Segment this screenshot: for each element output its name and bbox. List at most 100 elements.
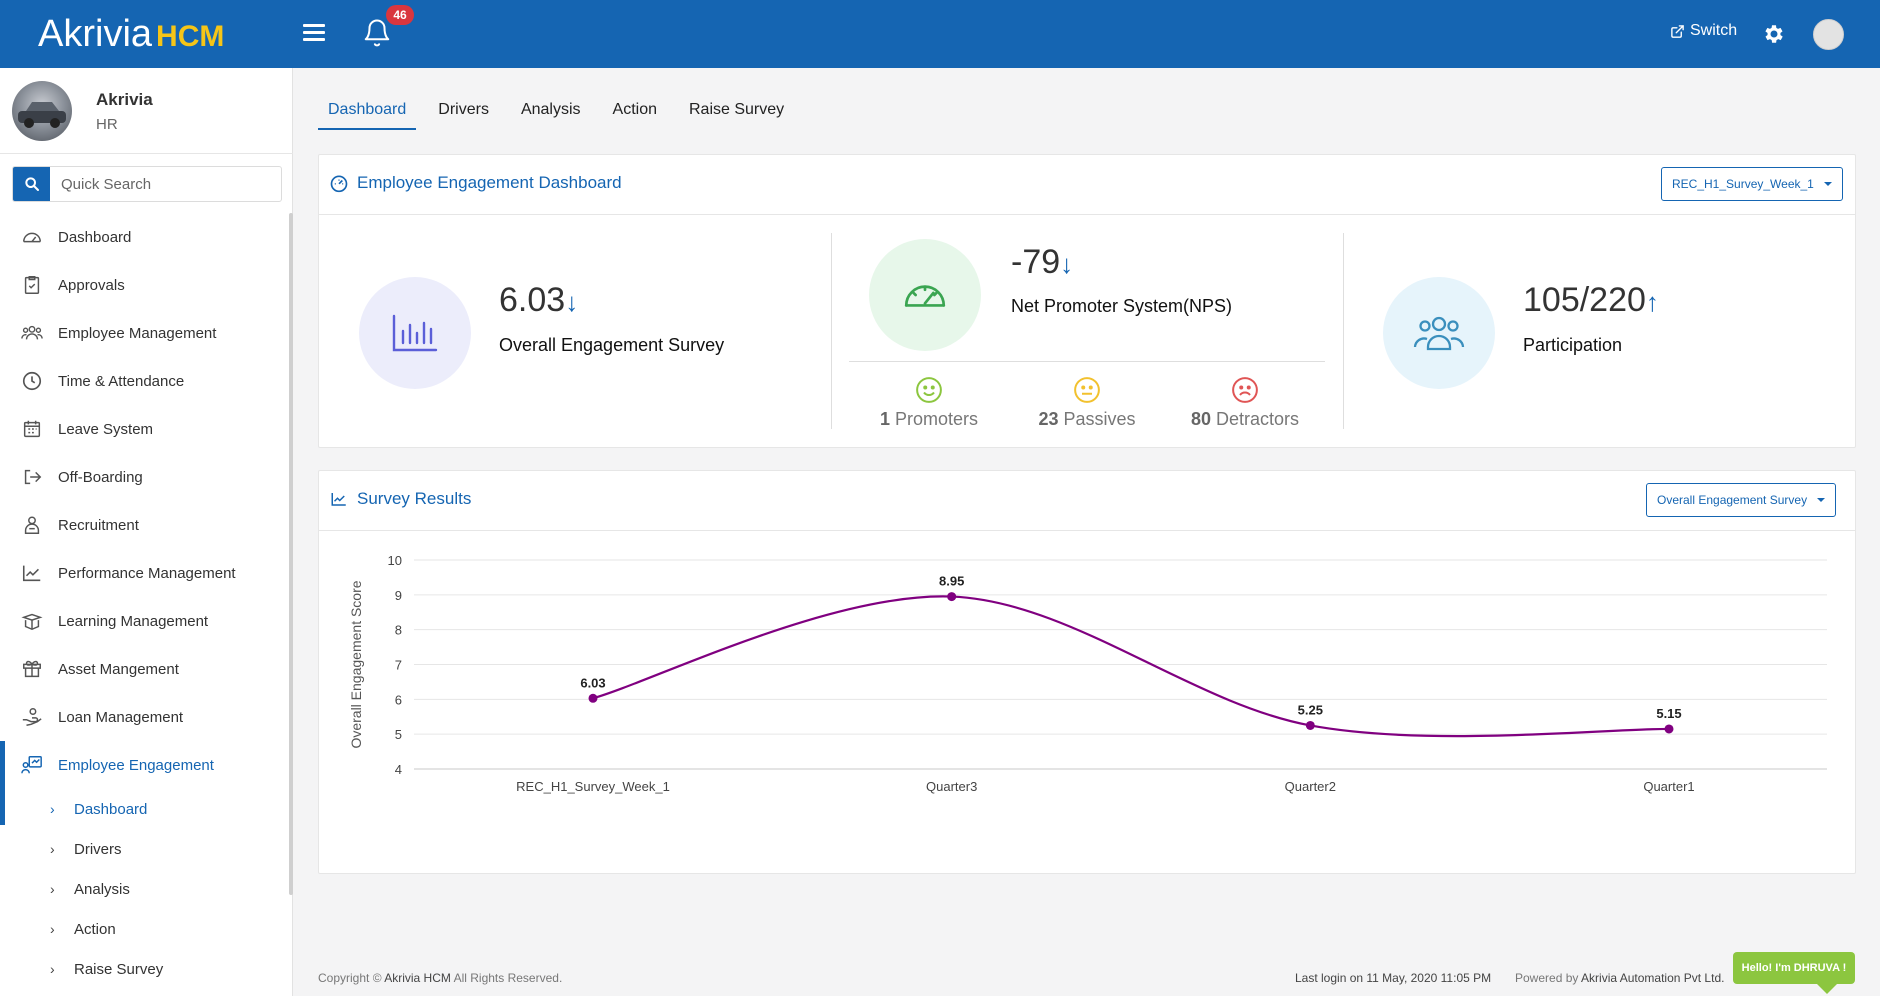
x-tick-label: Quarter1	[1643, 779, 1694, 794]
logo-sub-text: HCM	[156, 20, 225, 53]
search-input[interactable]	[50, 167, 280, 201]
hand-money-icon	[20, 705, 44, 729]
chevron-right-icon: ›	[50, 841, 55, 857]
notification-bell-icon[interactable]	[362, 18, 392, 48]
card-header: Survey Results Overall Engagement Survey	[319, 471, 1855, 531]
search-icon[interactable]	[13, 167, 50, 201]
participation-label: Participation	[1523, 335, 1623, 355]
profile-role: HR	[96, 116, 118, 133]
tab-dashboard[interactable]: Dashboard	[318, 88, 417, 130]
y-axis-label: Overall Engagement Score	[348, 580, 364, 748]
tab-drivers[interactable]: Drivers	[428, 88, 499, 130]
y-tick-label: 5	[395, 727, 402, 742]
sidebar-item-performance-management[interactable]: Performance Management	[0, 549, 293, 597]
profile-picture[interactable]	[12, 81, 72, 141]
x-tick-label: Quarter2	[1285, 779, 1336, 794]
sidebar-item-label: Loan Management	[58, 708, 184, 726]
card-title-text: Employee Engagement Dashboard	[357, 173, 622, 192]
clipboard-check-icon	[20, 273, 44, 297]
notification-badge: 46	[386, 5, 414, 25]
tab-action[interactable]: Action	[603, 88, 667, 130]
sidebar-item-leave-system[interactable]: Leave System	[0, 405, 293, 453]
sidebar-item-label: Employee Engagement	[58, 756, 214, 774]
sidebar-item-dashboard[interactable]: Dashboard	[0, 213, 293, 261]
detractors-count: 80	[1190, 409, 1211, 429]
survey-select-dropdown[interactable]: REC_H1_Survey_Week_1	[1661, 167, 1843, 201]
engagement-dashboard-card: Employee Engagement Dashboard REC_H1_Sur…	[318, 154, 1856, 448]
footer-powered-by: Powered by Akrivia Automation Pvt Ltd.	[1515, 971, 1724, 985]
sidebar-item-employee-engagement[interactable]: Employee Engagement	[0, 741, 293, 825]
speedometer-icon	[330, 175, 348, 193]
detractors-stat: 80 Detractors	[1165, 375, 1325, 430]
card-title-text: Survey Results	[357, 489, 472, 508]
caret-down-icon	[1823, 182, 1832, 186]
sidebar-item-asset-management[interactable]: Asset Mangement	[0, 645, 293, 693]
subnav-item-analysis[interactable]: › Analysis	[0, 869, 293, 909]
promoters-label: Promoters	[895, 409, 979, 429]
series-line	[592, 595, 1670, 738]
subnav-item-raise-survey[interactable]: › Raise Survey	[0, 949, 293, 989]
sidebar-item-label: Leave System	[58, 420, 154, 438]
arrow-down-icon: ↓	[565, 287, 579, 317]
subnav-item-action[interactable]: › Action	[0, 909, 293, 949]
sidebar-item-recruitment[interactable]: Recruitment	[0, 501, 293, 549]
overall-score-label: Overall Engagement Survey	[499, 335, 725, 355]
sad-face-icon	[1232, 377, 1258, 403]
sidebar-item-label: Off-Boarding	[58, 468, 143, 486]
user-avatar[interactable]	[1813, 19, 1844, 50]
clock-icon	[20, 369, 44, 393]
sidebar-item-learning-management[interactable]: Learning Management	[0, 597, 293, 645]
sidebar-item-label: Learning Management	[58, 612, 209, 630]
passives-stat: 23 Passives	[1007, 375, 1167, 430]
switch-button[interactable]: Switch	[1670, 22, 1737, 40]
group-users-icon	[1413, 316, 1465, 351]
survey-results-line-chart: 4 5 6 7 8 9 10 REC_H1_Survey_Week_1 Quarter3 Quar…	[348, 553, 1827, 794]
subnav-item-dashboard[interactable]: › Dashboard	[0, 789, 293, 829]
participation-icon-circle	[1383, 277, 1495, 389]
y-tick-label: 8	[395, 623, 402, 638]
sidebar-item-employee-management[interactable]: Employee Management	[0, 309, 293, 357]
arrow-down-icon: ↓	[1060, 249, 1074, 279]
chevron-right-icon: ›	[50, 961, 55, 977]
tab-raise-survey[interactable]: Raise Survey	[679, 88, 794, 130]
box-icon	[20, 657, 44, 681]
promoters-stat: 1 Promoters	[849, 375, 1009, 430]
switch-label: Switch	[1690, 22, 1738, 39]
top-bar: Akrivia HCM 46 Switch	[0, 0, 1880, 68]
recruitment-icon	[20, 513, 44, 537]
sidebar-item-time-attendance[interactable]: Time & Attendance	[0, 357, 293, 405]
profile-name: Akrivia	[96, 90, 153, 109]
settings-gear-icon[interactable]	[1760, 20, 1788, 48]
gauge-icon	[904, 285, 946, 307]
caret-down-icon	[1817, 498, 1826, 502]
engagement-icon	[20, 753, 44, 777]
copyright-suffix: All Rights Reserved.	[453, 971, 563, 985]
tab-analysis[interactable]: Analysis	[511, 88, 591, 130]
divider	[1343, 233, 1344, 429]
app-logo[interactable]: Akrivia HCM	[38, 12, 224, 59]
data-label: 5.25	[1298, 702, 1323, 717]
hamburger-menu-icon[interactable]	[300, 20, 328, 48]
card-header: Employee Engagement Dashboard REC_H1_Sur…	[319, 155, 1855, 215]
divider	[831, 233, 832, 429]
external-link-icon	[1671, 24, 1684, 38]
sidebar-item-approvals[interactable]: Approvals	[0, 261, 293, 309]
survey-type-dropdown[interactable]: Overall Engagement Survey	[1646, 483, 1837, 517]
sidebar-item-label: Time & Attendance	[58, 372, 185, 390]
logo-main-text: Akrivia	[38, 13, 153, 55]
overall-score-value: 6.03↓	[499, 281, 578, 320]
subnav-item-drivers[interactable]: › Drivers	[0, 829, 293, 869]
nps-number: -79	[1011, 243, 1061, 281]
nps-divider	[849, 361, 1325, 362]
y-tick-label: 10	[388, 553, 402, 568]
sidebar-item-loan-management[interactable]: Loan Management	[0, 693, 293, 741]
dashboard-icon	[20, 225, 44, 249]
sidebar-item-off-boarding[interactable]: Off-Boarding	[0, 453, 293, 501]
y-tick-label: 6	[395, 692, 402, 707]
subnav-item-label: Analysis	[74, 880, 130, 898]
sidebar-scrollbar[interactable]	[289, 213, 293, 895]
subnav-item-label: Drivers	[74, 840, 122, 858]
calendar-icon	[20, 417, 44, 441]
overall-survey-icon-circle	[359, 277, 471, 389]
chatbot-bubble[interactable]: Hello! I'm DHRUVA !	[1733, 952, 1855, 994]
